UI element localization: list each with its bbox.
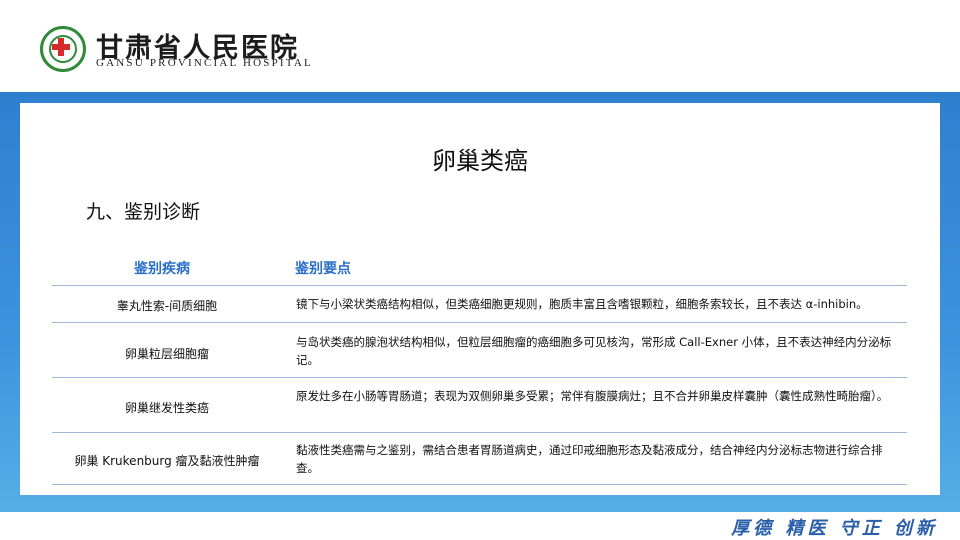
row-disease: 卵巢 Krukenburg 瘤及黏液性肿瘤 bbox=[74, 454, 260, 468]
row-disease: 睾丸性索-间质细胞 bbox=[116, 299, 218, 313]
hospital-name-en: GANSU PROVINCIAL HOSPITAL bbox=[96, 57, 313, 69]
table-header-points: 鉴别要点 bbox=[295, 261, 351, 277]
table-divider bbox=[52, 322, 907, 323]
table-divider bbox=[52, 285, 907, 286]
hospital-logo-icon bbox=[40, 26, 86, 72]
section-heading: 九、鉴别诊断 bbox=[86, 201, 201, 223]
row-disease: 卵巢粒层细胞瘤 bbox=[124, 347, 209, 361]
row-points: 黏液性类癌需与之鉴别，需结合患者胃肠道病史，通过印戒细胞形态及黏液成分，结合神经… bbox=[296, 443, 883, 475]
table-divider bbox=[52, 377, 907, 378]
logo-cross-horizontal bbox=[52, 44, 70, 50]
row-points: 原发灶多在小肠等胃肠道；表现为双侧卵巢多受累；常伴有腹膜病灶；且不合并卵巢皮样囊… bbox=[296, 389, 889, 403]
content-card: 卵巢类癌 九、鉴别诊断 鉴别疾病 鉴别要点 睾丸性索-间质细胞 镜下与小梁状类癌… bbox=[20, 103, 940, 495]
footer-motto: 厚德 精医 守正 创新 bbox=[731, 518, 938, 539]
row-disease: 卵巢继发性类癌 bbox=[124, 401, 209, 415]
slide-title: 卵巢类癌 bbox=[432, 147, 528, 175]
header-bar: 甘肃省人民医院 GANSU PROVINCIAL HOSPITAL bbox=[0, 0, 960, 92]
row-points: 与岛状类癌的腺泡状结构相似，但粒层细胞瘤的癌细胞多可见核沟，常形成 Call-E… bbox=[296, 335, 892, 367]
table-divider bbox=[52, 484, 907, 485]
table-header-disease: 鉴别疾病 bbox=[134, 261, 190, 277]
row-points: 镜下与小梁状类癌结构相似，但类癌细胞更规则，胞质丰富且含嗜银颗粒，细胞条索较长，… bbox=[296, 297, 868, 311]
table-divider bbox=[52, 432, 907, 433]
